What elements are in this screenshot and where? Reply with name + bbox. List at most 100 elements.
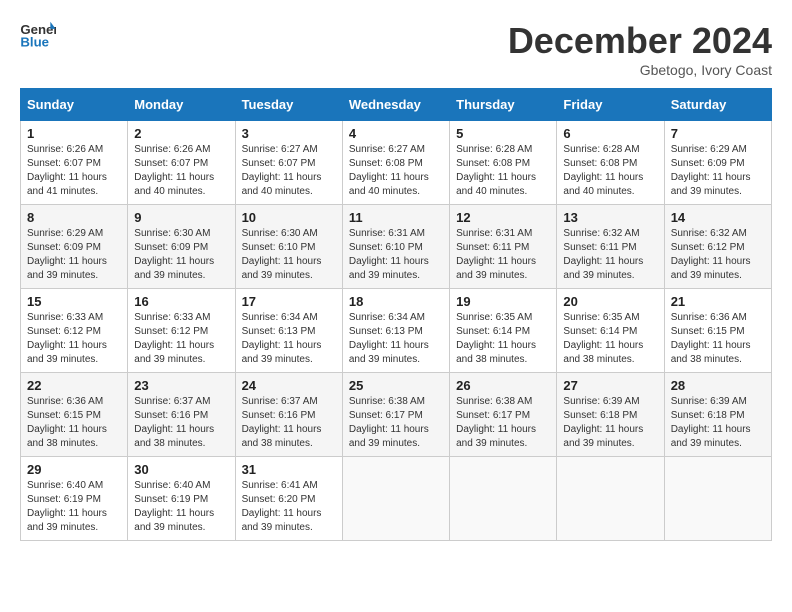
table-row: 23 Sunrise: 6:37 AM Sunset: 6:16 PM Dayli…	[128, 373, 235, 457]
day-number: 31	[242, 462, 336, 477]
col-friday: Friday	[557, 89, 664, 121]
day-number: 27	[563, 378, 657, 393]
day-number: 28	[671, 378, 765, 393]
day-info: Sunrise: 6:33 AM Sunset: 6:12 PM Dayligh…	[27, 311, 121, 367]
day-info: Sunrise: 6:38 AM Sunset: 6:17 PM Dayligh…	[349, 395, 443, 451]
calendar-header-row: Sunday Monday Tuesday Wednesday Thursday…	[21, 89, 772, 121]
day-number: 18	[349, 294, 443, 309]
day-number: 20	[563, 294, 657, 309]
calendar-week-row: 15 Sunrise: 6:33 AM Sunset: 6:12 PM Dayli…	[21, 289, 772, 373]
day-info: Sunrise: 6:35 AM Sunset: 6:14 PM Dayligh…	[563, 311, 657, 367]
day-number: 25	[349, 378, 443, 393]
day-info: Sunrise: 6:37 AM Sunset: 6:16 PM Dayligh…	[242, 395, 336, 451]
table-row: 30 Sunrise: 6:40 AM Sunset: 6:19 PM Dayli…	[128, 457, 235, 541]
col-thursday: Thursday	[450, 89, 557, 121]
day-number: 17	[242, 294, 336, 309]
table-row: 14 Sunrise: 6:32 AM Sunset: 6:12 PM Dayli…	[664, 205, 771, 289]
table-row: 16Sunrise: 6:33 AM Sunset: 6:12 PM Dayli…	[128, 289, 235, 373]
day-number: 13	[563, 210, 657, 225]
day-info: Sunrise: 6:28 AM Sunset: 6:08 PM Dayligh…	[563, 143, 657, 199]
calendar-week-row: 8Sunrise: 6:29 AM Sunset: 6:09 PM Daylig…	[21, 205, 772, 289]
title-area: December 2024 Gbetogo, Ivory Coast	[508, 20, 772, 78]
day-info: Sunrise: 6:40 AM Sunset: 6:19 PM Dayligh…	[27, 479, 121, 535]
day-info: Sunrise: 6:31 AM Sunset: 6:10 PM Dayligh…	[349, 227, 443, 283]
day-number: 4	[349, 126, 443, 141]
day-number: 7	[671, 126, 765, 141]
table-row: 27 Sunrise: 6:39 AM Sunset: 6:18 PM Dayli…	[557, 373, 664, 457]
day-info: Sunrise: 6:40 AM Sunset: 6:19 PM Dayligh…	[134, 479, 228, 535]
table-row: 21Sunrise: 6:36 AM Sunset: 6:15 PM Dayli…	[664, 289, 771, 373]
day-number: 2	[134, 126, 228, 141]
day-number: 11	[349, 210, 443, 225]
day-info: Sunrise: 6:26 AM Sunset: 6:07 PM Dayligh…	[134, 143, 228, 199]
day-info: Sunrise: 6:27 AM Sunset: 6:07 PM Dayligh…	[242, 143, 336, 199]
day-info: Sunrise: 6:32 AM Sunset: 6:11 PM Dayligh…	[563, 227, 657, 283]
day-info: Sunrise: 6:34 AM Sunset: 6:13 PM Dayligh…	[349, 311, 443, 367]
col-monday: Monday	[128, 89, 235, 121]
table-row: 11 Sunrise: 6:31 AM Sunset: 6:10 PM Dayli…	[342, 205, 449, 289]
calendar-table: Sunday Monday Tuesday Wednesday Thursday…	[20, 88, 772, 541]
day-number: 1	[27, 126, 121, 141]
table-row: 4 Sunrise: 6:27 AM Sunset: 6:08 PM Daylig…	[342, 121, 449, 205]
day-number: 23	[134, 378, 228, 393]
day-info: Sunrise: 6:26 AM Sunset: 6:07 PM Dayligh…	[27, 143, 121, 199]
table-row: 7Sunrise: 6:29 AM Sunset: 6:09 PM Daylig…	[664, 121, 771, 205]
day-info: Sunrise: 6:28 AM Sunset: 6:08 PM Dayligh…	[456, 143, 550, 199]
day-info: Sunrise: 6:27 AM Sunset: 6:08 PM Dayligh…	[349, 143, 443, 199]
table-row	[450, 457, 557, 541]
day-number: 24	[242, 378, 336, 393]
table-row	[557, 457, 664, 541]
day-info: Sunrise: 6:36 AM Sunset: 6:15 PM Dayligh…	[671, 311, 765, 367]
day-info: Sunrise: 6:39 AM Sunset: 6:18 PM Dayligh…	[671, 395, 765, 451]
day-info: Sunrise: 6:37 AM Sunset: 6:16 PM Dayligh…	[134, 395, 228, 451]
day-info: Sunrise: 6:32 AM Sunset: 6:12 PM Dayligh…	[671, 227, 765, 283]
table-row: 9Sunrise: 6:30 AM Sunset: 6:09 PM Daylig…	[128, 205, 235, 289]
table-row: 2 Sunrise: 6:26 AM Sunset: 6:07 PM Daylig…	[128, 121, 235, 205]
table-row: 10 Sunrise: 6:30 AM Sunset: 6:10 PM Dayli…	[235, 205, 342, 289]
day-info: Sunrise: 6:36 AM Sunset: 6:15 PM Dayligh…	[27, 395, 121, 451]
calendar-week-row: 1 Sunrise: 6:26 AM Sunset: 6:07 PM Daylig…	[21, 121, 772, 205]
day-number: 5	[456, 126, 550, 141]
table-row: 12Sunrise: 6:31 AM Sunset: 6:11 PM Dayli…	[450, 205, 557, 289]
day-number: 15	[27, 294, 121, 309]
day-info: Sunrise: 6:34 AM Sunset: 6:13 PM Dayligh…	[242, 311, 336, 367]
table-row: 1 Sunrise: 6:26 AM Sunset: 6:07 PM Daylig…	[21, 121, 128, 205]
table-row: 5 Sunrise: 6:28 AM Sunset: 6:08 PM Daylig…	[450, 121, 557, 205]
logo: General Blue	[20, 20, 56, 50]
table-row: 19 Sunrise: 6:35 AM Sunset: 6:14 PM Dayli…	[450, 289, 557, 373]
day-number: 3	[242, 126, 336, 141]
calendar-week-row: 29Sunrise: 6:40 AM Sunset: 6:19 PM Dayli…	[21, 457, 772, 541]
table-row: 15 Sunrise: 6:33 AM Sunset: 6:12 PM Dayli…	[21, 289, 128, 373]
col-saturday: Saturday	[664, 89, 771, 121]
day-info: Sunrise: 6:35 AM Sunset: 6:14 PM Dayligh…	[456, 311, 550, 367]
table-row: 13 Sunrise: 6:32 AM Sunset: 6:11 PM Dayli…	[557, 205, 664, 289]
day-number: 19	[456, 294, 550, 309]
day-info: Sunrise: 6:38 AM Sunset: 6:17 PM Dayligh…	[456, 395, 550, 451]
table-row: 3 Sunrise: 6:27 AM Sunset: 6:07 PM Daylig…	[235, 121, 342, 205]
table-row: 25 Sunrise: 6:38 AM Sunset: 6:17 PM Dayli…	[342, 373, 449, 457]
day-number: 30	[134, 462, 228, 477]
day-number: 26	[456, 378, 550, 393]
day-info: Sunrise: 6:41 AM Sunset: 6:20 PM Dayligh…	[242, 479, 336, 535]
day-number: 14	[671, 210, 765, 225]
table-row: 24 Sunrise: 6:37 AM Sunset: 6:16 PM Dayli…	[235, 373, 342, 457]
table-row: 22 Sunrise: 6:36 AM Sunset: 6:15 PM Dayli…	[21, 373, 128, 457]
day-info: Sunrise: 6:30 AM Sunset: 6:10 PM Dayligh…	[242, 227, 336, 283]
table-row: 17 Sunrise: 6:34 AM Sunset: 6:13 PM Dayli…	[235, 289, 342, 373]
table-row: 29Sunrise: 6:40 AM Sunset: 6:19 PM Dayli…	[21, 457, 128, 541]
table-row: 8Sunrise: 6:29 AM Sunset: 6:09 PM Daylig…	[21, 205, 128, 289]
col-sunday: Sunday	[21, 89, 128, 121]
month-title: December 2024	[508, 20, 772, 62]
day-number: 16	[134, 294, 228, 309]
day-info: Sunrise: 6:30 AM Sunset: 6:09 PM Dayligh…	[134, 227, 228, 283]
table-row: 18 Sunrise: 6:34 AM Sunset: 6:13 PM Dayli…	[342, 289, 449, 373]
calendar-week-row: 22 Sunrise: 6:36 AM Sunset: 6:15 PM Dayli…	[21, 373, 772, 457]
day-number: 22	[27, 378, 121, 393]
location: Gbetogo, Ivory Coast	[508, 62, 772, 78]
col-tuesday: Tuesday	[235, 89, 342, 121]
day-info: Sunrise: 6:39 AM Sunset: 6:18 PM Dayligh…	[563, 395, 657, 451]
table-row: 6Sunrise: 6:28 AM Sunset: 6:08 PM Daylig…	[557, 121, 664, 205]
day-number: 10	[242, 210, 336, 225]
day-number: 12	[456, 210, 550, 225]
table-row: 28 Sunrise: 6:39 AM Sunset: 6:18 PM Dayli…	[664, 373, 771, 457]
